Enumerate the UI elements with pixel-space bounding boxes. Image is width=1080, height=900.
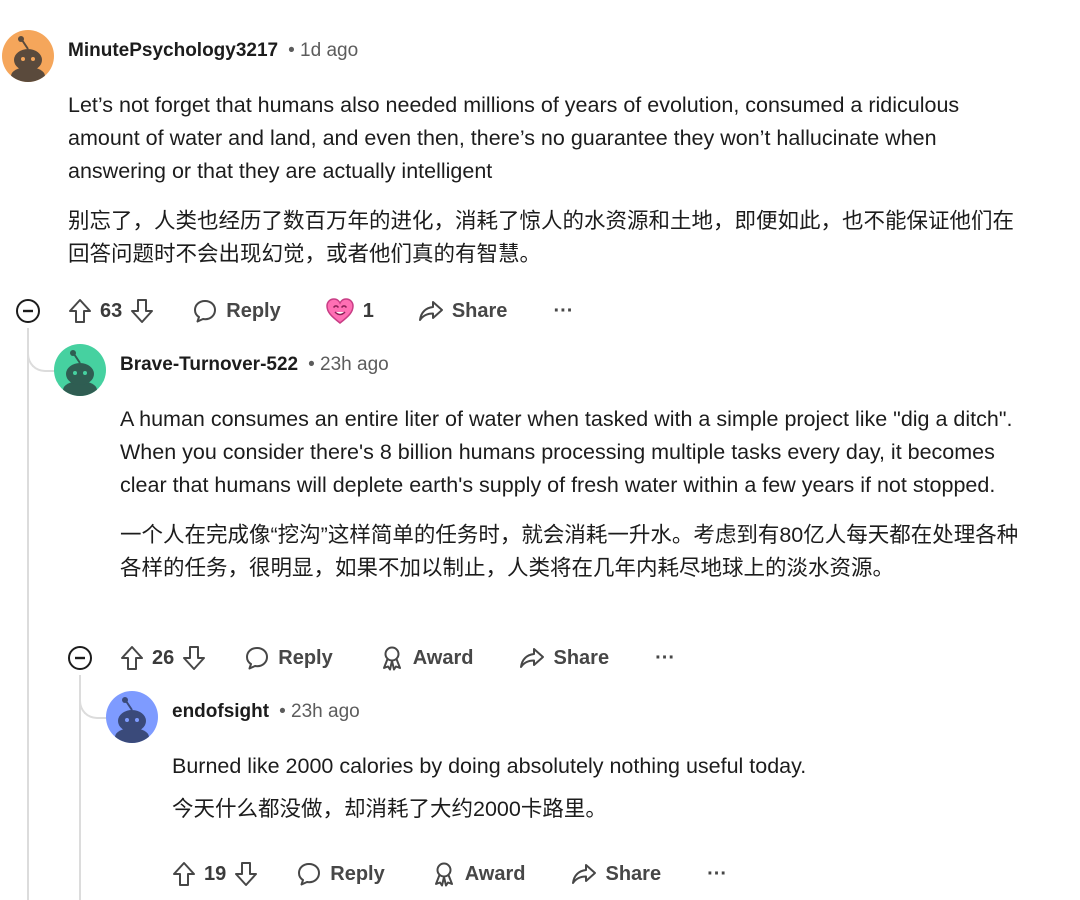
more-options-button[interactable]: ··· [707,863,727,886]
collapse-button[interactable] [15,298,41,329]
award-count: 1 [362,299,374,322]
more-options-icon: ··· [655,646,676,669]
comment-body-en: Let’s not forget that humans also needed… [68,93,960,183]
comment-actions: 63 Reply 1 Share ··· [68,291,573,331]
comment-body-en: Burned like 2000 calories by doing absol… [172,754,807,778]
more-options-button[interactable]: ··· [553,300,573,323]
downvote-icon[interactable] [234,861,258,887]
reply-label: Reply [226,299,281,322]
reply-button[interactable]: Reply [192,298,281,324]
award-button[interactable]: Award [431,861,526,887]
upvote-icon[interactable] [68,298,92,324]
share-label: Share [605,862,662,885]
award-label: Award [412,646,474,669]
snoo-avatar-icon [54,344,106,396]
award-button[interactable]: Award [379,645,474,671]
comment-actions: 26 Reply Award Share ··· [120,638,675,678]
award-icon [434,862,453,887]
vote-count: 19 [204,862,227,885]
vote-group: 63 [68,298,154,324]
award-button[interactable]: 1 [325,297,374,325]
more-options-icon: ··· [707,862,728,885]
thread-line-root [27,328,29,900]
timestamp: • 1d ago [288,40,359,61]
timestamp: • 23h ago [279,701,360,722]
reply-icon [246,647,269,670]
award-label: Award [464,862,526,885]
share-label: Share [553,646,610,669]
share-button[interactable]: Share [571,862,661,886]
upvote-icon[interactable] [120,645,144,671]
thread-connector-1 [27,328,55,372]
award-icon [382,646,401,671]
share-icon [572,864,597,884]
more-options-icon: ··· [553,299,574,322]
downvote-icon[interactable] [182,645,206,671]
upvote-icon[interactable] [172,861,196,887]
reply-icon [194,300,217,323]
snoo-avatar-icon [2,30,54,82]
comment-body-zh: 一个人在完成像“挖沟”这样简单的任务时，就会消耗一升水。考虑到有80亿人每天都在… [120,523,1019,580]
username[interactable]: Brave-Turnover-522 [120,354,298,376]
vote-count: 63 [100,299,123,322]
heart-eyes-award-icon [325,298,354,324]
avatar[interactable] [106,691,158,743]
comment-actions: 19 Reply Award Share ··· [172,854,727,894]
vote-group: 26 [120,645,206,671]
more-options-button[interactable]: ··· [655,647,675,670]
thread-connector-2 [79,675,107,719]
vote-count: 26 [152,646,175,669]
share-icon [520,648,545,668]
reply-label: Reply [278,646,333,669]
share-button[interactable]: Share [418,299,508,323]
avatar[interactable] [54,344,106,396]
username[interactable]: MinutePsychology3217 [68,40,278,62]
timestamp: • 23h ago [308,354,389,375]
share-label: Share [451,299,508,322]
comment-body-en: A human consumes an entire liter of wate… [120,407,1013,497]
reply-button[interactable]: Reply [296,861,385,887]
comment-body-zh: 别忘了，人类也经历了数百万年的进化，消耗了惊人的水资源和土地，即便如此，也不能保… [68,209,1015,266]
vote-group: 19 [172,861,258,887]
reply-icon [298,863,321,886]
downvote-icon[interactable] [130,298,154,324]
collapse-icon [16,299,40,323]
username[interactable]: endofsight [172,701,269,723]
share-icon [418,301,443,321]
avatar[interactable] [2,30,54,82]
collapse-icon [68,646,92,670]
reply-label: Reply [330,862,385,885]
snoo-avatar-icon [106,691,158,743]
share-button[interactable]: Share [519,646,609,670]
reply-button[interactable]: Reply [244,645,333,671]
collapse-button[interactable] [67,645,93,676]
comment-body-zh: 今天什么都没做，却消耗了大约2000卡路里。 [172,797,607,821]
